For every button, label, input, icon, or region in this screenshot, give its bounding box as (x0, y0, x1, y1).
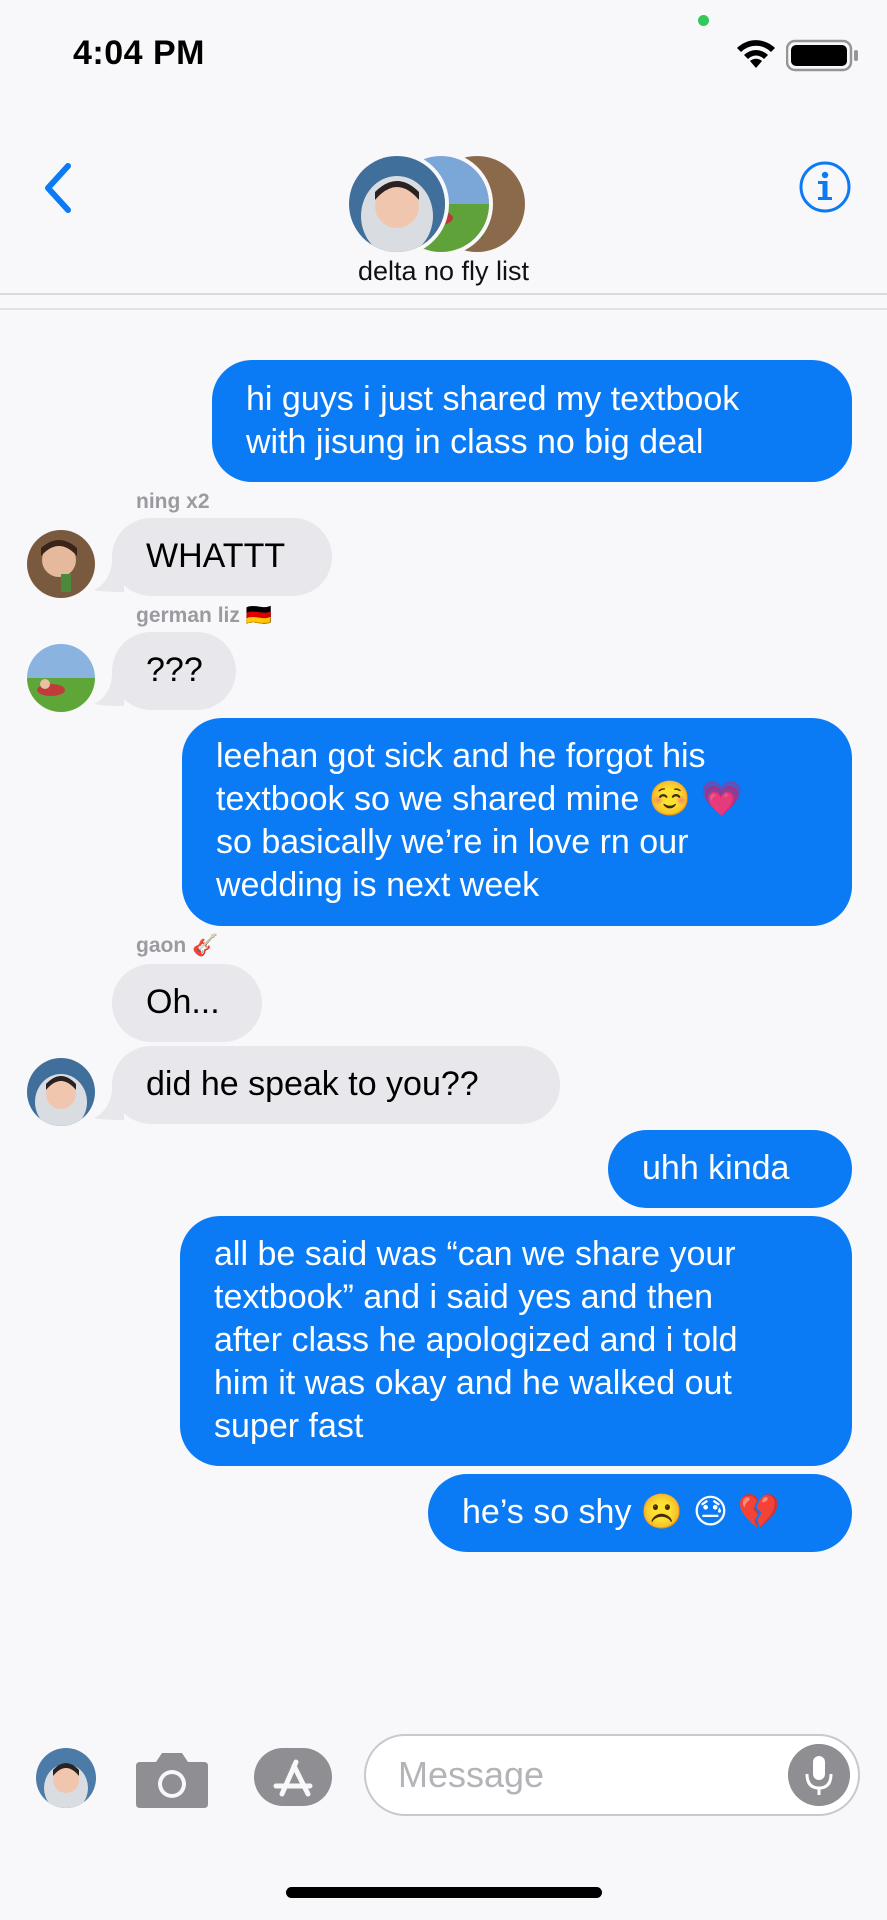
incoming-message[interactable]: did he speak to you?? (112, 1046, 560, 1124)
conversation-header: delta no fly list (0, 110, 887, 295)
outgoing-message[interactable]: he’s so shy ☹️ 😓 💔 (428, 1474, 852, 1552)
home-indicator[interactable] (286, 1887, 602, 1898)
microphone-icon[interactable] (788, 1744, 850, 1806)
group-avatars[interactable] (345, 152, 529, 256)
my-avatar[interactable] (36, 1748, 96, 1808)
message-placeholder: Message (398, 1754, 545, 1795)
sender-avatar[interactable] (27, 1058, 95, 1126)
group-avatar-1 (345, 152, 449, 256)
outgoing-message[interactable]: uhh kinda (608, 1130, 852, 1208)
sender-name: gaon 🎸 (136, 934, 219, 957)
incoming-message[interactable]: ??? (112, 632, 236, 710)
outgoing-message[interactable]: leehan got sick and he forgot his textbo… (182, 718, 852, 926)
battery-icon (786, 39, 858, 72)
sender-name: ning x2 (136, 490, 210, 513)
message-input[interactable]: Message (364, 1734, 860, 1816)
header-divider (0, 308, 887, 310)
back-button[interactable] (36, 158, 86, 218)
status-bar: 4:04 PM (0, 0, 887, 110)
messages-screen: 4:04 PM delta no fly list hi guys i just… (0, 0, 887, 1920)
app-store-icon[interactable] (252, 1746, 334, 1808)
group-name[interactable]: delta no fly list (0, 256, 887, 287)
wifi-icon (737, 40, 775, 68)
camera-in-use-indicator (698, 15, 709, 26)
outgoing-message[interactable]: all be said was “can we share your textb… (180, 1216, 852, 1466)
sender-name: german liz 🇩🇪 (136, 604, 272, 627)
outgoing-message[interactable]: hi guys i just shared my textbook with j… (212, 360, 852, 482)
incoming-message[interactable]: WHATTT (112, 518, 332, 596)
incoming-message[interactable]: Oh... (112, 964, 262, 1042)
sender-avatar[interactable] (27, 530, 95, 598)
camera-icon[interactable] (134, 1748, 210, 1810)
sender-avatar[interactable] (27, 644, 95, 712)
info-button[interactable] (798, 160, 852, 214)
status-time: 4:04 PM (73, 34, 205, 72)
